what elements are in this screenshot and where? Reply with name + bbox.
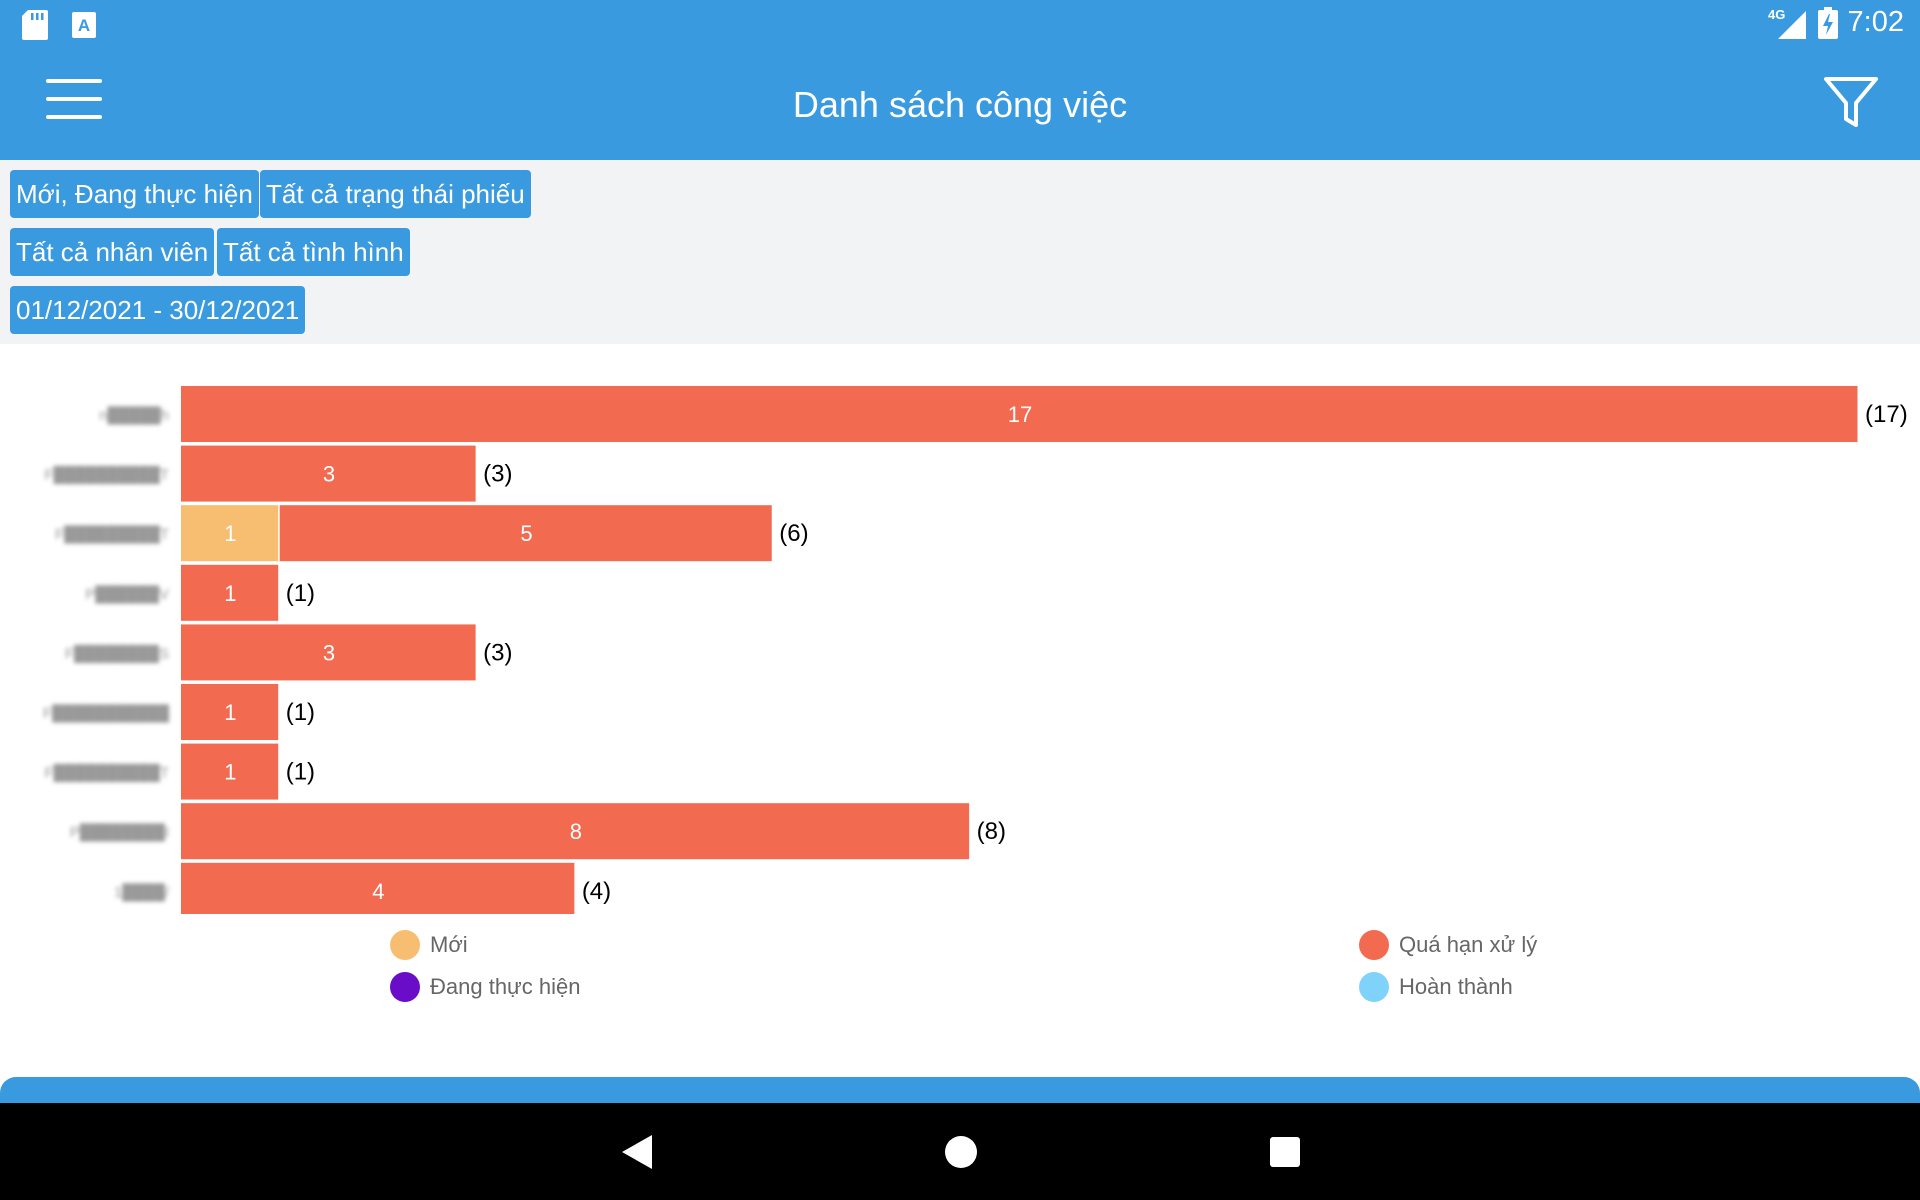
filter-chip-status[interactable]: Mới, Đang thực hiện [10, 170, 259, 218]
bar-total-label: (8) [977, 818, 1006, 845]
bar-value-label: 5 [520, 521, 532, 546]
status-bar: A 4G 7:02 [0, 0, 1920, 49]
bar-value-label: 4 [372, 879, 384, 904]
bar-total-label: (3) [483, 461, 512, 488]
bar-total-label: (1) [286, 759, 315, 786]
bar-total-label: (1) [286, 699, 315, 726]
bar-value-label: 1 [224, 700, 236, 725]
bar-value-label: 1 [224, 760, 236, 785]
filter-funnel-icon[interactable] [1822, 75, 1880, 131]
filter-chip-employee[interactable]: Tất cả nhân viên [10, 228, 215, 276]
legend-dot-icon [1359, 930, 1389, 960]
legend-label: Quá hạn xử lý [1399, 932, 1538, 957]
bar-value-label: 1 [224, 521, 236, 546]
bar-total-label: (6) [779, 520, 808, 547]
bar-total-label: (1) [286, 580, 315, 607]
legend-label: Hoàn thành [1399, 974, 1513, 999]
bar-total-label: (4) [582, 878, 611, 905]
y-axis-label: n█████h [99, 406, 169, 425]
legend-item-hoan-thanh[interactable]: Hoàn thành [1359, 972, 1513, 1002]
legend-dot-icon [1359, 972, 1389, 1002]
keyboard-a-icon: A [72, 12, 96, 38]
battery-charging-icon [1817, 6, 1838, 39]
bar-value-label: 17 [1008, 402, 1032, 427]
y-axis-label: F████████S [65, 644, 169, 663]
filter-chips-area: Mới, Đang thực hiện Tất cả trạng thái ph… [0, 160, 1920, 344]
bar-total-label: (17) [1865, 401, 1908, 428]
bottom-sheet-edge[interactable] [0, 1077, 1920, 1103]
status-time: 7:02 [1847, 6, 1904, 38]
signal-icon: 4G [1768, 7, 1806, 39]
recents-icon[interactable] [1268, 1133, 1302, 1171]
legend-dot-icon [390, 930, 420, 960]
sd-card-icon [22, 10, 48, 40]
bar-value-label: 1 [224, 581, 236, 606]
svg-text:4G: 4G [1768, 7, 1785, 22]
y-axis-label: F█████████T [55, 525, 169, 544]
bar-total-label: (3) [483, 639, 512, 666]
svg-text:A: A [78, 16, 90, 35]
legend-item-moi[interactable]: Mới [390, 930, 468, 960]
bar-value-label: 3 [323, 462, 335, 487]
home-icon[interactable] [944, 1133, 978, 1171]
bar-value-label: 3 [323, 640, 335, 665]
legend-item-qua-han[interactable]: Quá hạn xử lý [1359, 930, 1537, 960]
y-axis-label: P████████I [70, 823, 169, 842]
bar-value-label: 8 [570, 819, 582, 844]
chart-svg: n█████h 17 (17) F██████████T 3 (3) F█████████T… [43, 386, 1908, 914]
legend-item-dang-thuc-hien[interactable]: Đang thực hiện [390, 972, 581, 1002]
system-nav-bar [0, 1103, 1920, 1200]
legend-dot-icon [390, 972, 420, 1002]
page-title: Danh sách công việc [792, 84, 1128, 125]
y-axis-label: F██████████T [44, 764, 169, 783]
filter-chip-situation[interactable]: Tất cả tình hình [217, 228, 410, 276]
legend-label: Mới [430, 932, 468, 957]
task-bar-chart: n█████h 17 (17) F██████████T 3 (3) F█████████T… [0, 344, 1920, 1064]
legend-label: Đang thực hiện [430, 974, 581, 999]
y-axis-label: F███████████ [43, 704, 169, 723]
y-axis-label: F██████████T [44, 466, 169, 485]
y-axis-label: P██████V [85, 585, 169, 604]
back-icon[interactable] [620, 1133, 654, 1171]
filter-chip-ticket-status[interactable]: Tất cả trạng thái phiếu [260, 170, 531, 218]
filter-chip-date-range[interactable]: 01/12/2021 - 30/12/2021 [10, 286, 306, 334]
app-bar: Danh sách công việc [0, 49, 1920, 160]
y-axis-label: 1████/ [114, 883, 170, 902]
